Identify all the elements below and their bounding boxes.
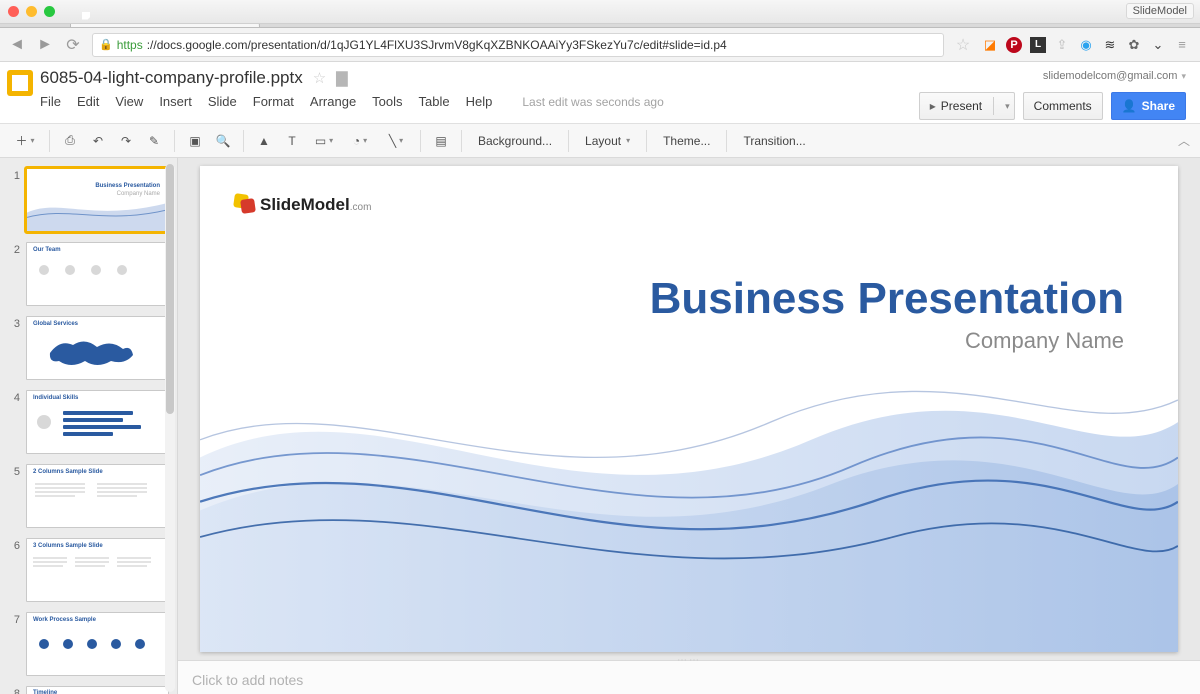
minimize-window-button[interactable] <box>26 6 37 17</box>
url-scheme: https <box>117 38 143 52</box>
close-window-button[interactable] <box>8 6 19 17</box>
redo-icon[interactable]: ↷ <box>113 128 139 154</box>
slides-logo-icon[interactable] <box>0 62 40 123</box>
menu-slide[interactable]: Slide <box>208 94 237 109</box>
new-slide-button[interactable]: ＋ <box>8 128 42 154</box>
bookmark-star-icon[interactable]: ☆ <box>954 35 972 55</box>
present-button[interactable]: ▸Present▾ <box>919 92 1015 120</box>
menu-bar: File Edit View Insert Slide Format Arran… <box>40 94 919 109</box>
menu-file[interactable]: File <box>40 94 61 109</box>
account-email[interactable]: slidemodelcom@gmail.com▾ <box>1043 70 1186 82</box>
menu-format[interactable]: Format <box>253 94 294 109</box>
lock-icon: 🔒 <box>99 38 113 51</box>
toolbar: ＋ ⎙ ↶ ↷ ✎ ▣ 🔍 ▲ T ▭ ◔ ╲ ▤ Background... … <box>0 124 1200 158</box>
back-icon[interactable]: ◄ <box>8 36 26 54</box>
doc-header: 6085-04-light-company-profile.pptx ☆ ▇ F… <box>0 62 1200 124</box>
chevron-down-icon: ▾ <box>1181 71 1186 82</box>
slide-thumb-5[interactable]: 2 Columns Sample Slide <box>26 464 169 528</box>
extension-icons: ◪ P L ⇪ ◉ ≋ ✿ ⌄ ≡ <box>982 37 1192 53</box>
theme-button[interactable]: Theme... <box>654 128 719 154</box>
menu-table[interactable]: Table <box>419 94 450 109</box>
select-tool-icon[interactable]: ▲ <box>251 128 277 154</box>
layout-button[interactable]: Layout <box>576 128 639 154</box>
ext-icon[interactable]: ✿ <box>1126 37 1142 53</box>
menu-arrange[interactable]: Arrange <box>310 94 356 109</box>
extension-badge[interactable]: SlideModel <box>1126 3 1194 19</box>
share-button[interactable]: 👤Share <box>1111 92 1186 120</box>
address-bar[interactable]: 🔒 https ://docs.google.com/presentation/d… <box>92 33 944 57</box>
slide-thumb-2[interactable]: Our Team <box>26 242 169 306</box>
browser-toolbar: ◄ ► ⟳ 🔒 https ://docs.google.com/presenta… <box>0 28 1200 62</box>
ext-icon[interactable]: ⇪ <box>1054 37 1070 53</box>
slide-thumb-8[interactable]: Timeline <box>26 686 169 694</box>
ext-icon[interactable]: L <box>1030 37 1046 53</box>
shape-icon[interactable]: ◔ <box>343 128 377 154</box>
comment-icon[interactable]: ▤ <box>428 128 454 154</box>
ext-icon[interactable]: ◪ <box>982 37 998 53</box>
slidemodel-logo: SlideModel.com <box>234 194 371 216</box>
image-icon[interactable]: ▭ <box>307 128 341 154</box>
fit-zoom-icon[interactable]: ▣ <box>182 128 208 154</box>
background-wave-graphic <box>200 316 1178 652</box>
buffer-icon[interactable]: ≋ <box>1102 37 1118 53</box>
menu-view[interactable]: View <box>115 94 143 109</box>
ext-icon[interactable]: ◉ <box>1078 37 1094 53</box>
url-rest: ://docs.google.com/presentation/d/1qJG1Y… <box>147 38 727 52</box>
thumb-number: 8 <box>8 686 20 694</box>
pinterest-icon[interactable]: P <box>1006 37 1022 53</box>
menu-insert[interactable]: Insert <box>159 94 192 109</box>
collapse-toolbar-icon[interactable]: ︿ <box>1178 132 1190 149</box>
menu-tools[interactable]: Tools <box>372 94 402 109</box>
line-icon[interactable]: ╲ <box>379 128 413 154</box>
share-person-icon: 👤 <box>1122 99 1137 113</box>
thumb-number: 3 <box>8 316 20 380</box>
undo-icon[interactable]: ↶ <box>85 128 111 154</box>
slide-thumb-3[interactable]: Global Services <box>26 316 169 380</box>
play-icon: ▸ <box>930 99 936 113</box>
thumb-number: 7 <box>8 612 20 676</box>
slide-panel: 1 Business Presentation Company Name 2 O… <box>0 158 178 694</box>
browser-menu-icon[interactable]: ≡ <box>1174 37 1190 53</box>
slide[interactable]: SlideModel.com Business Presentation Com… <box>200 166 1178 652</box>
menu-edit[interactable]: Edit <box>77 94 99 109</box>
background-button[interactable]: Background... <box>469 128 561 154</box>
slide-thumb-7[interactable]: Work Process Sample <box>26 612 169 676</box>
forward-icon[interactable]: ► <box>36 36 54 54</box>
slide-thumb-4[interactable]: Individual Skills <box>26 390 169 454</box>
thumb-scrollbar[interactable] <box>165 164 175 692</box>
thumb-number: 6 <box>8 538 20 602</box>
maximize-window-button[interactable] <box>44 6 55 17</box>
thumb-number: 5 <box>8 464 20 528</box>
transition-button[interactable]: Transition... <box>734 128 814 154</box>
thumb-number: 4 <box>8 390 20 454</box>
doc-title[interactable]: 6085-04-light-company-profile.pptx <box>40 68 303 88</box>
last-edit-label: Last edit was seconds ago <box>522 95 663 109</box>
move-folder-icon[interactable]: ▇ <box>336 69 348 87</box>
pocket-icon[interactable]: ⌄ <box>1150 37 1166 53</box>
thumb-number: 2 <box>8 242 20 306</box>
paint-format-icon[interactable]: ✎ <box>141 128 167 154</box>
slide-thumb-1[interactable]: Business Presentation Company Name <box>26 168 169 232</box>
comments-button[interactable]: Comments <box>1023 92 1103 120</box>
textbox-icon[interactable]: T <box>279 128 305 154</box>
print-icon[interactable]: ⎙ <box>57 128 83 154</box>
slide-canvas[interactable]: SlideModel.com Business Presentation Com… <box>178 158 1200 660</box>
notes-resize-handle[interactable]: ⋯⋯ <box>669 656 709 664</box>
chevron-down-icon[interactable]: ▾ <box>1005 101 1010 112</box>
menu-help[interactable]: Help <box>466 94 493 109</box>
thumb-number: 1 <box>8 168 20 232</box>
star-icon[interactable]: ☆ <box>313 69 326 87</box>
reload-icon[interactable]: ⟳ <box>64 35 82 55</box>
zoom-icon[interactable]: 🔍 <box>210 128 236 154</box>
slide-thumb-6[interactable]: 3 Columns Sample Slide <box>26 538 169 602</box>
window-chrome: SlideModel <box>0 0 1200 24</box>
